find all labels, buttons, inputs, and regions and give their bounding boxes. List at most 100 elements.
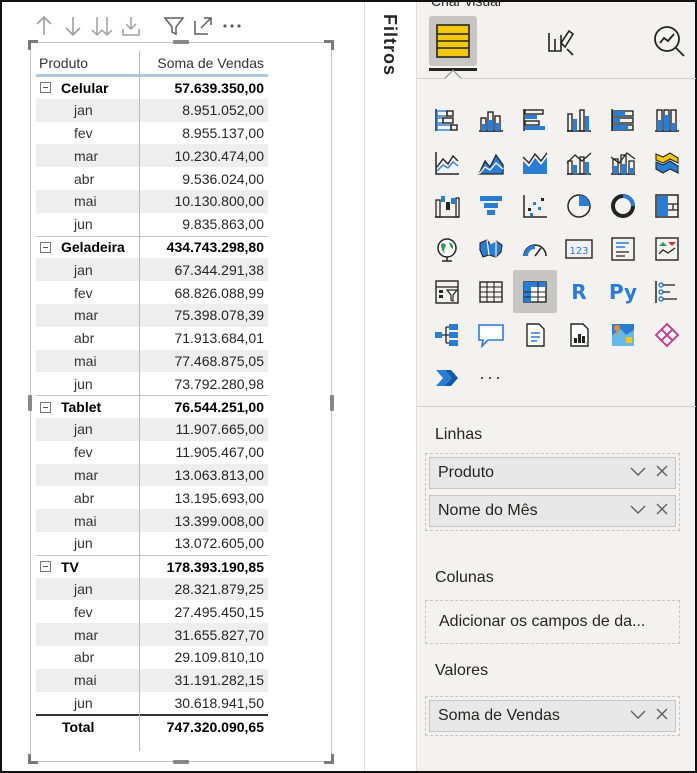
- stacked-bar-chart-icon[interactable]: [425, 98, 469, 141]
- key-influencers-icon[interactable]: [645, 270, 689, 313]
- close-icon[interactable]: [655, 464, 669, 483]
- header-soma-de-vendas[interactable]: Soma de Vendas: [139, 55, 268, 71]
- resize-handle-left[interactable]: [28, 395, 32, 411]
- r-script-visual-icon[interactable]: R: [557, 270, 601, 313]
- line-stacked-column-chart-icon[interactable]: [601, 141, 645, 184]
- filled-map-icon[interactable]: [469, 227, 513, 270]
- funnel-chart-icon[interactable]: [469, 184, 513, 227]
- month-label: mar: [74, 307, 99, 324]
- qa-icon[interactable]: [469, 313, 513, 356]
- more-options-icon[interactable]: [218, 13, 246, 39]
- group-total: 434.743.298,80: [166, 239, 264, 256]
- filters-label[interactable]: Filtros: [379, 14, 400, 76]
- waterfall-chart-icon[interactable]: [425, 184, 469, 227]
- map-icon[interactable]: [425, 227, 469, 270]
- chevron-down-icon[interactable]: [629, 707, 647, 725]
- clustered-bar-chart-icon[interactable]: [513, 98, 557, 141]
- values-well[interactable]: Soma de Vendas: [425, 696, 680, 736]
- add-fields-placeholder[interactable]: Adicionar os campos de da...: [429, 604, 676, 640]
- resize-corner-top-right[interactable]: [324, 40, 334, 50]
- collapse-icon[interactable]: [40, 241, 51, 253]
- month-label: mai: [74, 193, 97, 210]
- collapse-icon[interactable]: [40, 561, 51, 573]
- area-chart-icon[interactable]: [469, 141, 513, 184]
- table-row: mai 10.130.800,00: [36, 189, 268, 213]
- value-cell: 28.321.879,25: [139, 577, 268, 601]
- more-visuals-icon[interactable]: ···: [469, 356, 513, 399]
- header-produto[interactable]: Produto: [36, 55, 139, 71]
- build-visual-icon[interactable]: [429, 16, 477, 66]
- arcgis-map-icon[interactable]: [601, 313, 645, 356]
- table-row: mar 10.230.474,00: [36, 144, 268, 168]
- arrow-down-icon[interactable]: [59, 13, 87, 39]
- line-chart-icon[interactable]: [425, 141, 469, 184]
- double-arrow-down-icon[interactable]: [88, 13, 116, 39]
- chevron-down-icon[interactable]: [629, 502, 647, 520]
- format-visual-icon[interactable]: [537, 16, 585, 66]
- resize-handle-right[interactable]: [330, 395, 334, 411]
- value-cell: 31.191.282,15: [139, 668, 268, 692]
- resize-corner-top-left[interactable]: [28, 40, 38, 50]
- decomposition-tree-icon[interactable]: [425, 313, 469, 356]
- power-apps-icon[interactable]: [645, 313, 689, 356]
- python-visual-icon[interactable]: Py: [601, 270, 645, 313]
- filter-icon[interactable]: [160, 13, 188, 39]
- pie-chart-icon[interactable]: [557, 184, 601, 227]
- focus-mode-icon[interactable]: [189, 13, 217, 39]
- donut-chart-icon[interactable]: [601, 184, 645, 227]
- paginated-report-icon[interactable]: [557, 313, 601, 356]
- close-icon[interactable]: [655, 707, 669, 726]
- kpi-icon[interactable]: [645, 227, 689, 270]
- table-row: mai 13.399.008,00: [36, 509, 268, 532]
- card-icon[interactable]: 123: [557, 227, 601, 270]
- resize-corner-bottom-left[interactable]: [28, 754, 38, 764]
- resize-handle-bottom[interactable]: [173, 760, 189, 764]
- gauge-icon[interactable]: [513, 227, 557, 270]
- stacked-area-chart-icon[interactable]: [513, 141, 557, 184]
- tab-notch: [444, 69, 462, 87]
- ribbon-chart-icon[interactable]: [645, 141, 689, 184]
- 100-stacked-column-chart-icon[interactable]: [645, 98, 689, 141]
- analytics-icon[interactable]: [645, 16, 693, 66]
- close-icon[interactable]: [655, 502, 669, 521]
- month-label: abr: [74, 649, 95, 666]
- filters-pane-collapsed[interactable]: Filtros: [364, 2, 416, 771]
- clustered-column-chart-icon[interactable]: [557, 98, 601, 141]
- field-name: Nome do Mês: [438, 502, 538, 519]
- month-label: abr: [74, 170, 95, 187]
- chevron-down-icon[interactable]: [629, 464, 647, 482]
- table-icon[interactable]: [469, 270, 513, 313]
- field-pill-produto[interactable]: Produto: [429, 457, 676, 489]
- rows-well-label: Linhas: [435, 426, 483, 443]
- field-pill-soma-de-vendas[interactable]: Soma de Vendas: [429, 700, 676, 732]
- matrix-visual[interactable]: Produto Soma de Vendas Celular 57.639.350…: [28, 40, 334, 764]
- field-name: Soma de Vendas: [438, 707, 560, 724]
- collapse-icon[interactable]: [40, 401, 51, 413]
- resize-corner-bottom-right[interactable]: [324, 754, 334, 764]
- month-cell: jun: [36, 532, 139, 555]
- scatter-chart-icon[interactable]: [513, 184, 557, 227]
- resize-handle-top[interactable]: [173, 40, 189, 44]
- month-cell: mar: [36, 463, 139, 487]
- slicer-icon[interactable]: [425, 270, 469, 313]
- value-cell: 11.905.467,00: [175, 444, 265, 461]
- pill-actions: [629, 701, 669, 731]
- line-clustered-column-chart-icon[interactable]: [557, 141, 601, 184]
- stacked-column-chart-icon[interactable]: [469, 98, 513, 141]
- matrix-icon[interactable]: [513, 270, 557, 313]
- arrow-up-icon[interactable]: [30, 13, 58, 39]
- treemap-icon[interactable]: [645, 184, 689, 227]
- field-pill-nome-do-mes[interactable]: Nome do Mês: [429, 495, 676, 527]
- pill-actions: [629, 458, 669, 488]
- columns-well[interactable]: Adicionar os campos de da...: [425, 600, 680, 644]
- power-automate-icon[interactable]: [425, 356, 469, 399]
- 100-stacked-bar-chart-icon[interactable]: [601, 98, 645, 141]
- month-label: jun: [74, 694, 93, 711]
- multi-row-card-icon[interactable]: [601, 227, 645, 270]
- smart-narrative-icon[interactable]: [513, 313, 557, 356]
- rows-well[interactable]: Produto Nome do Mês: [425, 453, 680, 531]
- month-cell: abr: [36, 167, 139, 190]
- collapse-icon[interactable]: [40, 82, 51, 94]
- table-row: mar 13.063.813,00: [36, 463, 268, 487]
- expand-hierarchy-icon[interactable]: [117, 13, 145, 39]
